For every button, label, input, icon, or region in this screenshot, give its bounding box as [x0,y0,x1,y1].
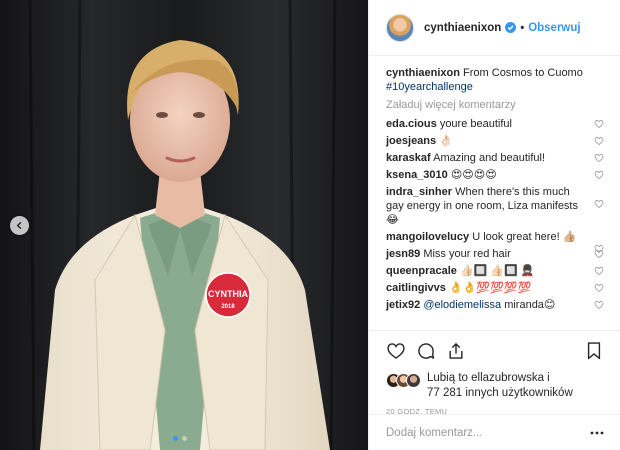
author-username[interactable]: cynthiaenixon [424,22,501,34]
heart-icon[interactable] [594,153,604,163]
comment-row: queenpracale 👍🏻🔲 👍🏻🔲 💂🏻 [386,264,604,278]
heart-icon[interactable] [594,266,604,276]
add-comment-input[interactable] [386,426,590,439]
comment-username[interactable]: caitlingivvs [386,282,446,294]
follow-button[interactable]: Obserwuj [528,22,580,34]
liker-avatar [406,373,421,388]
comment-text: U look great here! 👍🏼 [472,231,577,243]
likes-text[interactable]: Lubią to ellazubrowska i 77 281 innych u… [427,371,573,401]
comment-username[interactable]: jesn89 [386,248,420,260]
comment-text: 😍😍😍😍 [450,169,497,181]
comment-icon[interactable] [416,341,436,361]
likes-line-2: 77 281 innych użytkowników [427,387,573,399]
carousel-dot [182,436,187,441]
comment-mention[interactable]: @elodiemelissa [423,299,501,311]
post-side-panel: cynthiaenixon • Obserwuj cynthiaenixon F… [368,0,620,450]
comment-text: 👌🏻 [439,135,453,147]
comment-row: jesn89 Miss your red hair [386,247,604,261]
chevron-left-icon [16,221,22,230]
comment-username[interactable]: mangoilovelucy [386,231,469,243]
comment-username[interactable]: queenpracale [386,265,457,277]
heart-icon[interactable] [594,119,604,129]
comment-text: Miss your red hair [423,248,511,260]
comment-row: caitlingivvs 👌👌💯💯💯💯 [386,281,604,295]
add-comment-bar [369,414,620,450]
comments-list[interactable]: cynthiaenixon From Cosmos to Cuomo #10ye… [369,57,620,330]
caption-text: From Cosmos to Cuomo [463,67,583,79]
author-avatar[interactable] [386,13,414,42]
bookmark-icon[interactable] [584,341,604,361]
comment-text: 👍🏻🔲 👍🏻🔲 💂🏻 [459,265,535,277]
heart-icon[interactable] [386,341,406,361]
post-header: cynthiaenixon • Obserwuj [369,0,620,56]
comment-username[interactable]: jetix92 [386,299,420,311]
post-photo: CYNTHIA 2018 [0,0,368,450]
comment-username[interactable]: karaskaf [386,152,431,164]
verified-badge-icon [505,22,517,33]
action-bar [369,331,620,371]
carousel-indicator [173,436,187,441]
heart-icon[interactable] [594,170,604,180]
heart-icon[interactable] [594,300,604,310]
comment-row: mangoilovelucy U look great here! 👍🏼 [386,230,604,254]
caption-username[interactable]: cynthiaenixon [386,67,460,79]
caption-hashtag[interactable]: #10yearchallenge [386,81,473,93]
comment-row: joesjeans 👌🏻 [386,134,604,148]
more-options-icon[interactable] [590,431,604,435]
comment-text: miranda😊 [504,299,556,311]
load-more-comments-button[interactable]: Załaduj więcej komentarzy [386,98,604,112]
comment-username[interactable]: indra_sinher [386,186,452,198]
comment-row: jetix92 @elodiemelissa miranda😊 [386,298,604,312]
comment-text: 👌👌💯💯💯💯 [448,282,532,294]
comment-row: eda.cious youre beautiful [386,117,604,131]
carousel-dot-active [173,436,178,441]
portrait-image: CYNTHIA 2018 [0,0,368,450]
heart-icon[interactable] [594,136,604,146]
comment-row: ksena_3010 😍😍😍😍 [386,168,604,182]
comment-text: youre beautiful [439,118,512,130]
comment-username[interactable]: eda.cious [386,118,437,130]
heart-icon[interactable] [594,249,604,259]
previous-photo-button[interactable] [10,216,29,235]
comment-row: indra_sinher When there's this much gay … [386,185,604,227]
comment-username[interactable]: ksena_3010 [386,169,448,181]
heart-icon[interactable] [594,283,604,293]
badge-text: CYNTHIA [208,289,248,299]
likes-summary: Lubią to ellazubrowska i 77 281 innych u… [369,371,620,401]
comment-username[interactable]: joesjeans [386,135,436,147]
instagram-post-modal: CYNTHIA 2018 cynthiaenixon • Obserwuj cy… [0,0,620,450]
post-actions-area: Lubią to ellazubrowska i 77 281 innych u… [369,330,620,416]
comment-row: karaskaf Amazing and beautiful! [386,151,604,165]
badge-subtext: 2018 [221,304,235,310]
heart-icon[interactable] [594,199,604,209]
header-separator: • [520,21,525,34]
share-icon[interactable] [446,341,466,361]
comment-text: Amazing and beautiful! [433,152,546,164]
liker-avatars [386,373,421,388]
likes-line-1: Lubią to ellazubrowska i [427,372,550,384]
post-caption: cynthiaenixon From Cosmos to Cuomo #10ye… [386,66,604,94]
